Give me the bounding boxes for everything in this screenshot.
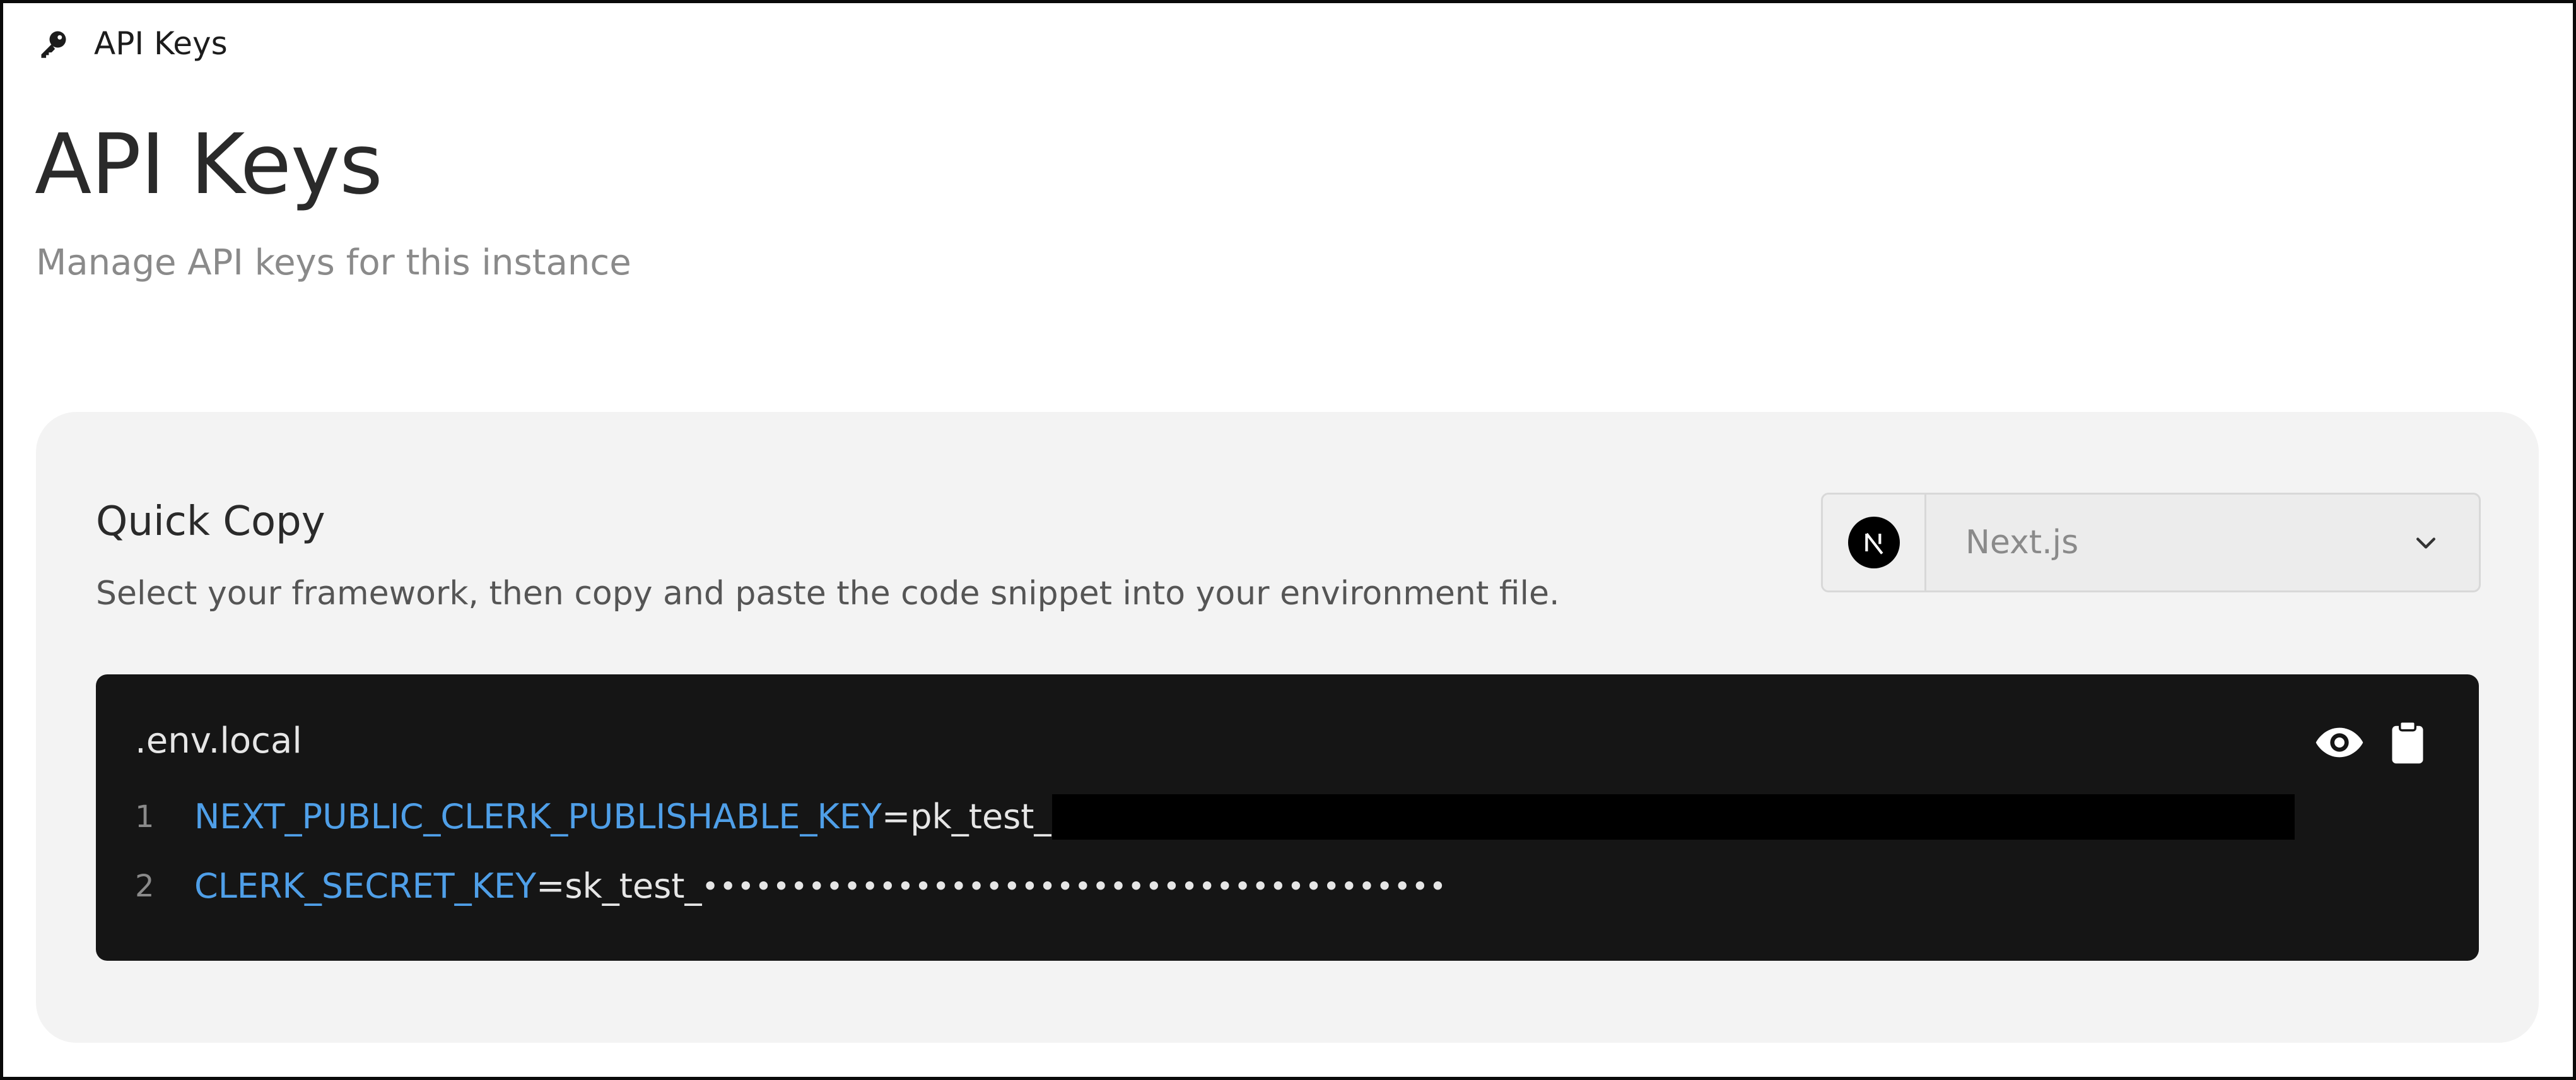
quick-copy-card: Quick Copy Select your framework, then c… bbox=[36, 412, 2539, 1043]
line-number: 2 bbox=[135, 869, 155, 904]
page-subtitle: Manage API keys for this instance bbox=[36, 242, 631, 283]
env-var-name: NEXT_PUBLIC_CLERK_PUBLISHABLE_KEY bbox=[194, 797, 882, 836]
chevron-down-icon bbox=[2411, 527, 2441, 558]
env-equals: = bbox=[536, 866, 565, 906]
env-code-block: .env.local 1 NEXT_PUBLIC_CLERK_PUBLISHAB… bbox=[96, 674, 2479, 961]
page-title: API Keys bbox=[35, 116, 383, 213]
code-line-2: 2 CLERK_SECRET_KEY = sk_test_ ••••••••••… bbox=[96, 864, 1447, 909]
env-var-value-prefix: sk_test_ bbox=[565, 866, 702, 906]
breadcrumb-label[interactable]: API Keys bbox=[94, 28, 228, 59]
code-line-1: 1 NEXT_PUBLIC_CLERK_PUBLISHABLE_KEY = pk… bbox=[96, 794, 2295, 840]
framework-logo-cell bbox=[1823, 495, 1926, 590]
code-actions bbox=[2298, 717, 2435, 768]
redacted-key-value bbox=[1052, 794, 2295, 840]
eye-icon[interactable] bbox=[2312, 717, 2367, 768]
quick-copy-title: Quick Copy bbox=[96, 498, 325, 545]
env-var-name: CLERK_SECRET_KEY bbox=[194, 866, 537, 906]
clipboard-icon[interactable] bbox=[2380, 717, 2435, 768]
masked-secret-value: ••••••••••••••••••••••••••••••••••••••••… bbox=[701, 869, 1448, 903]
env-var-value-prefix: pk_test_ bbox=[910, 797, 1051, 836]
breadcrumb: API Keys bbox=[36, 23, 228, 64]
app-window: API Keys API Keys Manage API keys for th… bbox=[0, 0, 2576, 1080]
nextjs-logo-icon bbox=[1847, 517, 1900, 568]
code-file-name: .env.local bbox=[135, 720, 302, 761]
framework-select[interactable]: Next.js bbox=[1821, 493, 2481, 592]
quick-copy-description: Select your framework, then copy and pas… bbox=[96, 575, 1560, 613]
framework-selected-label: Next.js bbox=[1965, 524, 2079, 561]
key-icon bbox=[36, 26, 71, 61]
framework-select-value[interactable]: Next.js bbox=[1926, 495, 2479, 590]
env-equals: = bbox=[881, 797, 911, 836]
line-number: 1 bbox=[135, 799, 155, 835]
